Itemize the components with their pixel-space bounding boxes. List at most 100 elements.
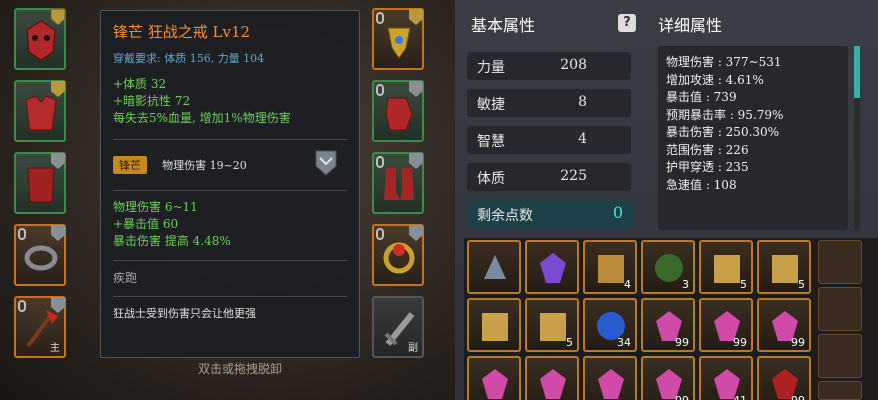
item-count: 5 <box>566 336 573 349</box>
item-count: 41 <box>733 394 747 400</box>
bonus-stats: +体质 32 +暗影抗性 72 每失去5%血量, 增加1%物理伤害 <box>113 76 347 127</box>
item-title: 锋芒 狂战之戒 Lv12 <box>113 23 251 41</box>
equip-slot-offhand[interactable]: 副 <box>372 296 424 358</box>
divider <box>113 139 347 140</box>
detail-line: 暴击值 : 739 <box>666 90 737 104</box>
affix-badge: 锋芒 <box>113 156 147 174</box>
tier-silver-icon <box>409 225 423 241</box>
stat-row-agility: 敏捷 8 <box>467 89 631 117</box>
bag-chest-1[interactable] <box>818 240 862 284</box>
tier-gold-icon <box>51 81 65 97</box>
equip-slot-chest[interactable] <box>14 152 66 214</box>
item-icon <box>540 369 566 399</box>
item-icon <box>484 255 506 279</box>
item-icon <box>598 369 624 399</box>
inventory-slot[interactable]: 4 <box>583 240 637 294</box>
main-stat-line: +暴击值 60 <box>113 217 179 231</box>
item-count: 4 <box>624 278 631 291</box>
inventory-slot[interactable]: 99 <box>641 356 695 400</box>
stat-value: 8 <box>578 94 587 110</box>
divider <box>113 190 347 191</box>
inventory-slot[interactable]: 99 <box>641 298 695 352</box>
inventory-slot[interactable] <box>467 240 521 294</box>
equip-slot-ring[interactable] <box>14 224 66 286</box>
item-count: 5 <box>798 278 805 291</box>
stat-value: 225 <box>560 168 587 184</box>
item-count: 99 <box>675 394 689 400</box>
main-stat-line: 暴击伤害 提高 4.48% <box>113 234 231 248</box>
tier-gold-icon <box>50 8 66 26</box>
inventory-slot[interactable] <box>525 356 579 400</box>
equip-slot-boots[interactable] <box>372 152 424 214</box>
inventory-slot[interactable] <box>467 356 521 400</box>
skill-name: 疾跑 <box>113 271 138 285</box>
free-points-label: 剩余点数 <box>477 208 533 224</box>
detail-stats-title: 详细属性 <box>658 16 723 35</box>
detail-line: 物理伤害 : 377~531 <box>666 55 782 69</box>
divider <box>113 260 347 261</box>
stat-label: 敏捷 <box>477 97 505 113</box>
item-tooltip: 锋芒 狂战之戒 Lv12 穿戴要求: 体质 156, 力量 104 +体质 32… <box>100 10 360 358</box>
inventory-slot[interactable]: 5 <box>699 240 753 294</box>
equip-slot-gloves[interactable] <box>372 80 424 142</box>
detail-line: 范围伤害 : 226 <box>666 142 749 157</box>
equip-slot-helmet[interactable] <box>14 8 66 70</box>
free-points-row: 剩余点数 0 <box>467 200 633 228</box>
skill-desc: 狂战士受到伤害只会让他更强 <box>113 307 256 320</box>
item-icon <box>482 369 508 399</box>
detail-line: 预期暴击率 : 95.79% <box>666 107 784 122</box>
inventory-slot[interactable]: 34 <box>583 298 637 352</box>
inventory-slot[interactable] <box>525 240 579 294</box>
inventory-slot[interactable]: 41 <box>699 356 753 400</box>
stat-label: 力量 <box>477 60 505 76</box>
tier-gold-icon <box>409 9 423 25</box>
equip-slot-weapon[interactable]: 主 <box>14 296 66 358</box>
main-stat-line: 物理伤害 6~11 <box>113 200 198 214</box>
item-count: 99 <box>675 336 689 349</box>
item-icon <box>540 253 566 283</box>
detail-line: 护甲穿透 : 235 <box>666 160 749 174</box>
affix-text: 物理伤害 19~20 <box>162 159 247 172</box>
detail-stats-list: 物理伤害 : 377~531 增加攻速 : 4.61% 暴击值 : 739 预期… <box>658 46 848 230</box>
detail-line: 暴击伤害 : 250.30% <box>666 125 780 139</box>
tier-silver-icon <box>409 153 423 169</box>
inventory-slot[interactable]: 99 <box>699 298 753 352</box>
detail-scroll-thumb[interactable] <box>854 46 860 98</box>
item-icon <box>482 313 508 341</box>
inventory-slot[interactable]: 99 <box>757 298 811 352</box>
tier-silver-icon <box>315 150 337 176</box>
basic-stats-title: 基本属性 <box>471 16 536 35</box>
inventory-slot[interactable]: 5 <box>757 240 811 294</box>
bag-chest-2[interactable] <box>818 287 862 331</box>
stat-value: 4 <box>578 131 587 147</box>
affix-row: 锋芒 物理伤害 19~20 <box>113 148 347 182</box>
stat-label: 智慧 <box>477 134 505 150</box>
inventory-slot[interactable]: 3 <box>641 240 695 294</box>
stat-row-wisdom: 智慧 4 <box>467 126 631 154</box>
divider <box>113 296 347 297</box>
equip-slot-amulet[interactable] <box>372 8 424 70</box>
tier-silver-icon <box>51 153 65 169</box>
bag-chest-4[interactable] <box>818 381 862 400</box>
help-icon[interactable]: ? <box>618 14 636 32</box>
unequip-hint: 双击或拖拽脱卸 <box>197 362 282 376</box>
item-requirement: 穿戴要求: 体质 156, 力量 104 <box>113 52 265 65</box>
item-count: 5 <box>740 278 747 291</box>
stat-label: 体质 <box>477 171 505 187</box>
inventory-slot[interactable] <box>467 298 521 352</box>
item-count: 34 <box>617 336 631 349</box>
inventory-slot[interactable] <box>583 356 637 400</box>
stat-row-constitution: 体质 225 <box>467 163 631 191</box>
bonus-line: +体质 32 <box>113 77 167 91</box>
tier-silver-icon <box>51 225 65 241</box>
inventory-slot[interactable]: 99 <box>757 356 811 400</box>
off-hand-label: 副 <box>408 343 418 354</box>
main-stats: 物理伤害 6~11 +暴击值 60 暴击伤害 提高 4.48% <box>113 199 347 250</box>
bag-chest-3[interactable] <box>818 334 862 378</box>
main-hand-label: 主 <box>50 343 60 354</box>
inventory-slot[interactable]: 5 <box>525 298 579 352</box>
free-points-value: 0 <box>612 203 623 222</box>
equip-slot-shoulders[interactable] <box>14 80 66 142</box>
stat-row-strength: 力量 208 <box>467 52 631 80</box>
equip-slot-ring-2[interactable] <box>372 224 424 286</box>
